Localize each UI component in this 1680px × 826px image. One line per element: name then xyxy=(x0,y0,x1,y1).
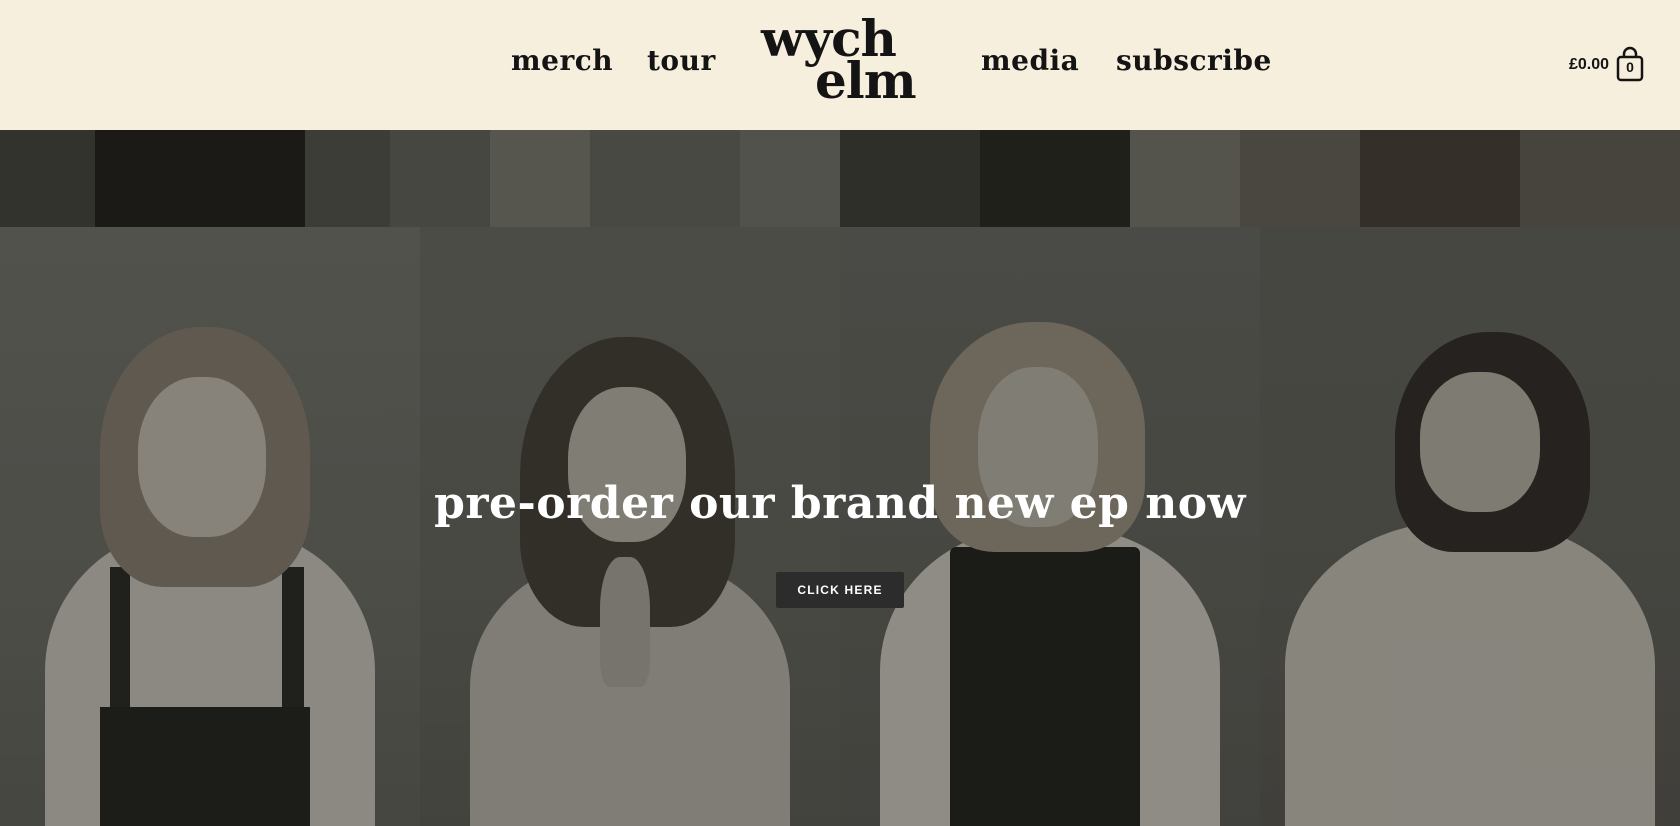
cart-total[interactable]: £0.00 xyxy=(1569,56,1609,74)
hero-headline: pre-order our brand new ep now xyxy=(434,478,1246,529)
site-header: merch tour wych elm media subscribe £0.0… xyxy=(0,0,1680,130)
nav-tour[interactable]: tour xyxy=(647,44,716,77)
hero-banner: pre-order our brand new ep now CLICK HER… xyxy=(0,130,1680,826)
click-here-button[interactable]: CLICK HERE xyxy=(776,572,904,608)
cart-count: 0 xyxy=(1626,59,1634,75)
nav-merch[interactable]: merch xyxy=(511,44,613,77)
shopping-bag-icon[interactable]: 0 xyxy=(1615,46,1645,82)
nav-subscribe[interactable]: subscribe xyxy=(1116,44,1272,77)
site-logo[interactable]: wych elm xyxy=(755,14,917,110)
logo-text-line2: elm xyxy=(815,51,917,110)
nav-media[interactable]: media xyxy=(981,44,1079,77)
